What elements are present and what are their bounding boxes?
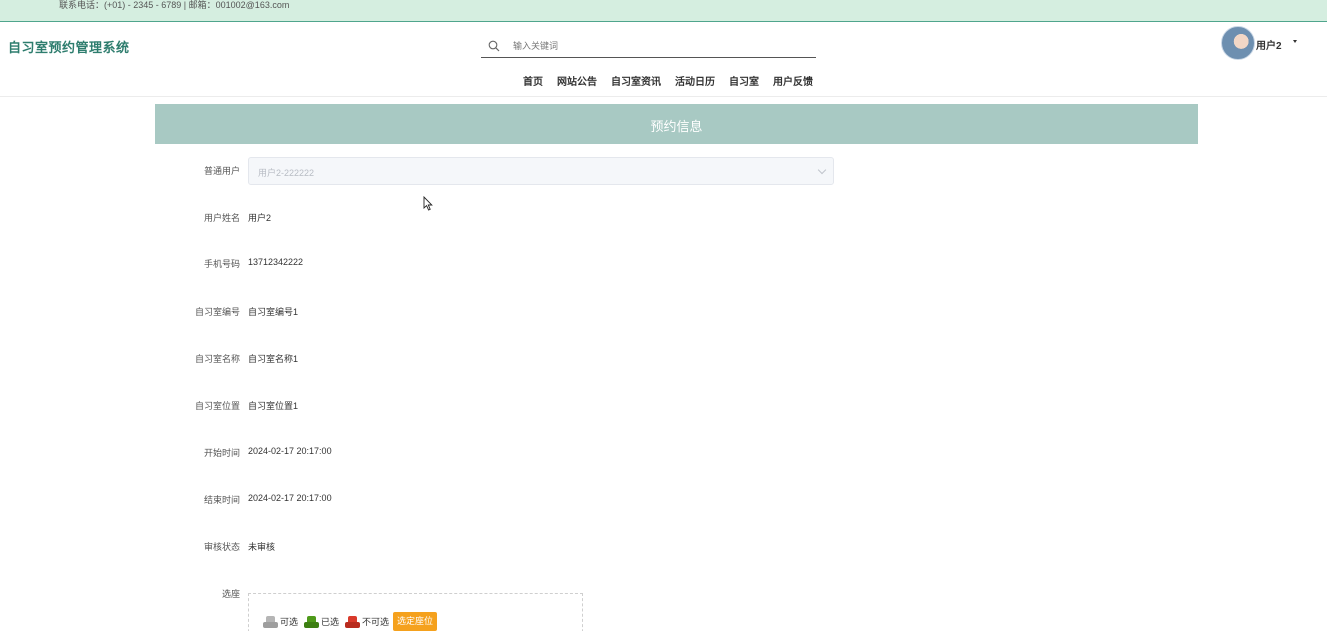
nav-item-announcements[interactable]: 网站公告 <box>550 73 604 88</box>
nav-item-home[interactable]: 首页 <box>516 73 550 88</box>
field-label: 开始时间 <box>203 448 240 458</box>
seat-icon <box>304 615 320 628</box>
form-row: 开始时间 2024-02-17 20:17:00 <box>155 439 855 467</box>
form-row: 自习室编号 自习室编号1 <box>155 298 855 326</box>
contact-info: 联系电话：(+01) - 2345 - 6789 | 邮箱：001002@163… <box>59 0 290 10</box>
field-value: 2024-02-17 20:17:00 <box>248 493 332 503</box>
legend-unavailable: 不可选 <box>345 615 389 628</box>
field-label: 自习室名称 <box>194 354 240 364</box>
page-title: 预约信息 <box>650 119 703 134</box>
header: 自习室预约管理系统 用户2 首页 网站公告 自习室资讯 活动日历 自习室 用户反… <box>0 23 1327 97</box>
legend-label: 已选 <box>321 617 340 627</box>
field-label: 自习室编号 <box>194 307 240 317</box>
form-row: 用户姓名 用户2 <box>155 204 855 232</box>
top-contact-bar: 联系电话：(+01) - 2345 - 6789 | 邮箱：001002@163… <box>0 0 1327 22</box>
form-row: 自习室名称 自习室名称1 <box>155 345 855 373</box>
field-value: 用户2 <box>248 213 272 223</box>
status-badge: 未审核 <box>248 542 276 552</box>
form-row-user: 普通用户 用户2-222222 <box>155 157 855 185</box>
field-label: 选座 <box>221 589 240 599</box>
field-value: 2024-02-17 20:17:00 <box>248 446 332 456</box>
legend-label: 不可选 <box>362 617 390 627</box>
nav-item-calendar[interactable]: 活动日历 <box>668 73 722 88</box>
search-icon[interactable] <box>488 40 500 52</box>
seat-legend: 可选 已选 不可选 选定座位 <box>263 612 438 631</box>
chevron-down-icon <box>817 165 827 175</box>
legend-label: 可选 <box>280 617 299 627</box>
field-value: 自习室位置1 <box>248 401 299 411</box>
seat-icon <box>263 615 278 628</box>
nav-item-news[interactable]: 自习室资讯 <box>604 73 668 88</box>
form-row: 自习室位置 自习室位置1 <box>155 392 855 420</box>
field-label: 手机号码 <box>203 259 240 269</box>
nav-item-feedback[interactable]: 用户反馈 <box>766 73 820 88</box>
pick-seat-button[interactable]: 选定座位 <box>393 612 438 631</box>
field-value: 自习室名称1 <box>248 354 299 364</box>
form-row: 审核状态 未审核 <box>155 533 855 561</box>
legend-selected: 已选 <box>304 615 339 628</box>
search-input[interactable] <box>513 38 803 54</box>
field-label: 自习室位置 <box>194 401 240 411</box>
seat-selection-area: 可选 已选 不可选 选定座位 <box>248 593 583 631</box>
seat-icon <box>345 615 361 628</box>
field-value: 自习室编号1 <box>248 307 299 317</box>
panel-header: 预约信息 <box>155 104 1198 144</box>
field-label: 结束时间 <box>203 495 240 505</box>
main-nav: 首页 网站公告 自习室资讯 活动日历 自习室 用户反馈 <box>516 73 820 88</box>
form-row: 结束时间 2024-02-17 20:17:00 <box>155 486 855 514</box>
chevron-down-icon[interactable] <box>1293 40 1297 43</box>
nav-item-study-room[interactable]: 自习室 <box>722 73 766 88</box>
field-label: 普通用户 <box>203 166 240 176</box>
search-bar <box>481 35 816 58</box>
field-label: 用户姓名 <box>203 213 240 223</box>
field-label: 审核状态 <box>203 542 240 552</box>
site-title[interactable]: 自习室预约管理系统 <box>8 37 130 56</box>
field-value: 13712342222 <box>248 257 304 267</box>
mouse-cursor-icon <box>423 196 433 211</box>
user-select-value: 用户2-222222 <box>258 168 315 178</box>
user-select[interactable]: 用户2-222222 <box>248 157 834 185</box>
form-row: 手机号码 13712342222 <box>155 250 855 278</box>
legend-available: 可选 <box>263 615 298 628</box>
avatar[interactable] <box>1221 26 1255 60</box>
user-name[interactable]: 用户2 <box>1256 37 1282 52</box>
